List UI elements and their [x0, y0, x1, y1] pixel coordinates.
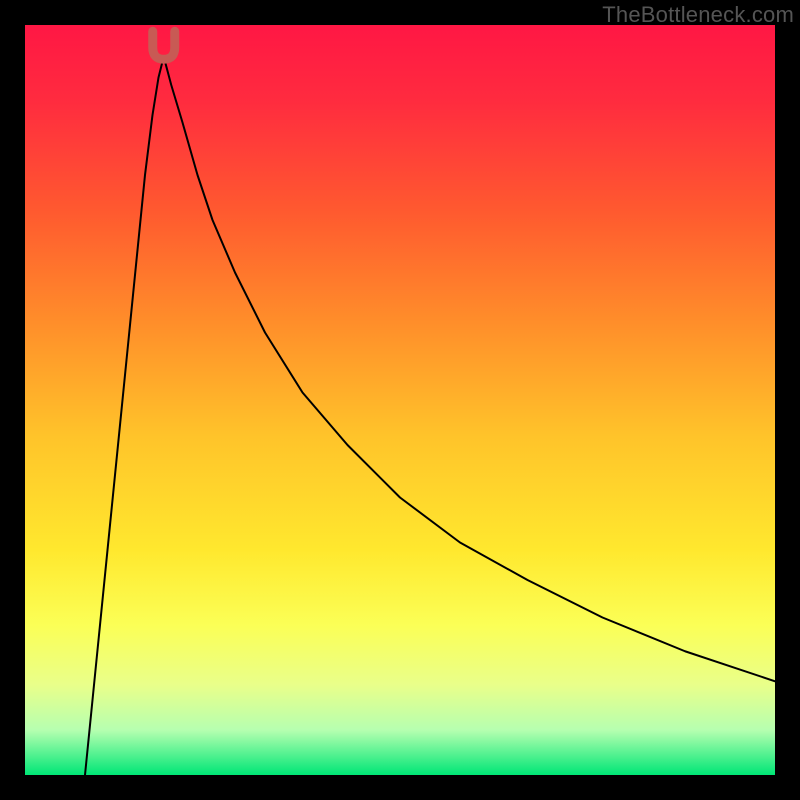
outer-frame: TheBottleneck.com	[0, 0, 800, 800]
chart-canvas	[25, 25, 775, 775]
plot-area	[25, 25, 775, 775]
gradient-background	[25, 25, 775, 775]
